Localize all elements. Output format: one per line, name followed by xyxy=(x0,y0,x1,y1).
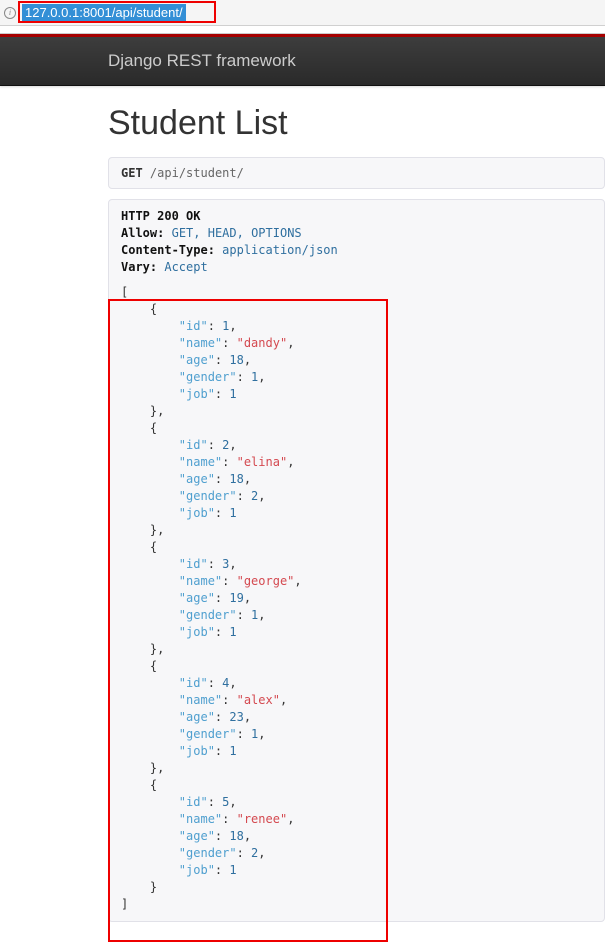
header-ctype-label: Content-Type: xyxy=(121,243,215,257)
header-vary-value: Accept xyxy=(164,260,207,274)
header-allow-value: GET, HEAD, OPTIONS xyxy=(172,226,302,240)
navbar: Django REST framework xyxy=(0,37,605,86)
request-path: /api/student/ xyxy=(150,166,244,180)
header-vary-label: Vary: xyxy=(121,260,157,274)
request-line: GET /api/student/ xyxy=(108,157,605,189)
page-title: Student List xyxy=(108,104,605,143)
response-json: [ { "id": 1, "name": "dandy", "age": 18,… xyxy=(121,284,592,913)
info-icon: i xyxy=(4,7,16,19)
navbar-brand[interactable]: Django REST framework xyxy=(108,51,296,70)
response-headers: HTTP 200 OK Allow: GET, HEAD, OPTIONS Co… xyxy=(121,208,592,276)
header-ctype-value: application/json xyxy=(222,243,338,257)
response-status: HTTP 200 OK xyxy=(121,209,200,223)
request-method: GET xyxy=(121,166,143,180)
header-allow-label: Allow: xyxy=(121,226,164,240)
browser-address-bar: i 127.0.0.1:8001/api/student/ xyxy=(0,0,605,26)
main-content: Student List GET /api/student/ HTTP 200 … xyxy=(0,86,605,922)
browser-chrome-spacer xyxy=(0,26,605,34)
browser-url[interactable]: 127.0.0.1:8001/api/student/ xyxy=(22,4,186,21)
response-block: HTTP 200 OK Allow: GET, HEAD, OPTIONS Co… xyxy=(108,199,605,922)
